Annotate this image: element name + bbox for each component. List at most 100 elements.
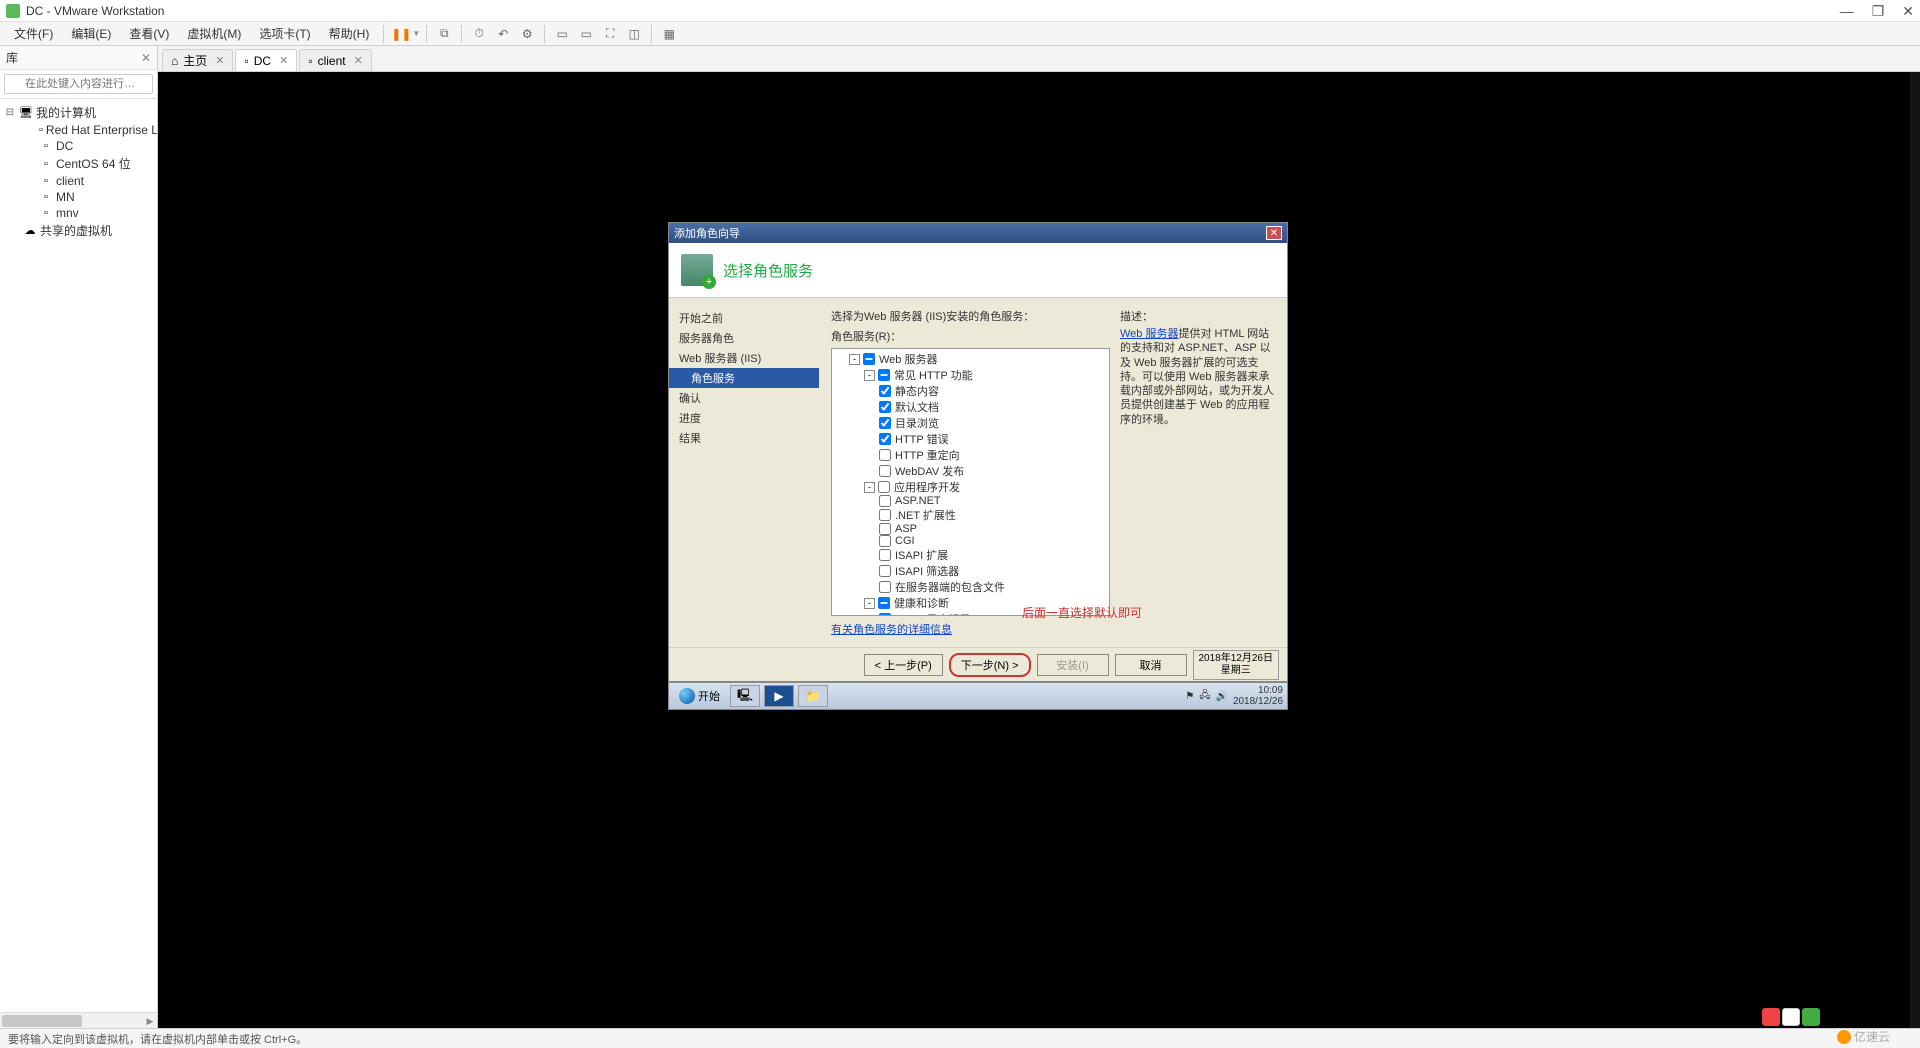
view-unity-button[interactable]: ◫ [624, 24, 644, 44]
search-input[interactable] [4, 74, 153, 94]
view-console-button[interactable]: ▭ [576, 24, 596, 44]
vm-scrollbar[interactable] [1910, 72, 1920, 1028]
step-results[interactable]: 结果 [669, 428, 819, 448]
guest-close-button[interactable]: ✕ [1266, 226, 1282, 240]
tab-close-button[interactable]: ✕ [354, 54, 363, 67]
tab-home[interactable]: ⌂ 主页 ✕ [162, 49, 233, 71]
service-checkbox[interactable] [879, 523, 891, 535]
service-checkbox[interactable] [879, 465, 891, 477]
menu-vm[interactable]: 虚拟机(M) [179, 23, 249, 44]
minimize-button[interactable]: — [1840, 4, 1854, 18]
snapshot-revert-button[interactable]: ↶ [493, 24, 513, 44]
service-row[interactable]: HTTP 重定向 [834, 447, 1107, 463]
service-checkbox[interactable] [878, 369, 890, 381]
prev-button[interactable]: < 上一步(P) [864, 654, 943, 676]
view-library-button[interactable]: ▦ [659, 24, 679, 44]
desc-link[interactable]: Web 服务器 [1120, 328, 1178, 340]
service-checkbox[interactable] [879, 535, 891, 547]
expander-icon[interactable]: - [864, 482, 875, 493]
service-checkbox[interactable] [879, 549, 891, 561]
menu-help[interactable]: 帮助(H) [321, 23, 378, 44]
tray-icon[interactable] [1782, 1008, 1800, 1026]
service-row[interactable]: ISAPI 筛选器 [834, 563, 1107, 579]
service-checkbox[interactable] [879, 565, 891, 577]
vm-console[interactable]: 添加角色向导 ✕ 选择角色服务 开始之前 服务器角色 Web 服务器 (IIS)… [158, 72, 1920, 1028]
menu-tabs[interactable]: 选项卡(T) [251, 23, 318, 44]
step-before-begin[interactable]: 开始之前 [669, 308, 819, 328]
tree-item-mn[interactable]: ▫MN [2, 189, 155, 205]
expander-icon[interactable]: - [864, 370, 875, 381]
service-checkbox[interactable] [879, 417, 891, 429]
pause-button[interactable]: ❚❚ [391, 24, 411, 44]
service-row[interactable]: .NET 扩展性 [834, 507, 1107, 523]
tree-item-dc[interactable]: ▫DC [2, 138, 155, 154]
service-row[interactable]: ASP [834, 523, 1107, 535]
menu-view[interactable]: 查看(V) [121, 23, 177, 44]
expander-icon[interactable]: - [849, 354, 860, 365]
service-row[interactable]: WebDAV 发布 [834, 463, 1107, 479]
service-row[interactable]: CGI [834, 535, 1107, 547]
tab-close-button[interactable]: ✕ [279, 54, 288, 67]
tree-item-rhel[interactable]: ▫Red Hat Enterprise L [2, 122, 155, 138]
service-checkbox[interactable] [879, 385, 891, 397]
step-role-services[interactable]: 角色服务 [669, 368, 819, 388]
tree-shared-vms[interactable]: ☁共享的虚拟机 [2, 221, 155, 240]
tree-root-mycomputer[interactable]: ⊟ 🖥 我的计算机 [2, 103, 155, 122]
tray-sound-icon[interactable]: 🔊 [1215, 691, 1227, 702]
step-progress[interactable]: 进度 [669, 408, 819, 428]
tree-item-centos[interactable]: ▫CentOS 64 位 [2, 154, 155, 173]
service-row[interactable]: 静态内容 [834, 383, 1107, 399]
snapshot-button[interactable]: ⧉ [434, 24, 454, 44]
start-button[interactable]: 开始 [673, 686, 726, 706]
menu-file[interactable]: 文件(F) [6, 23, 61, 44]
snapshot-manage-button[interactable]: ⚙ [517, 24, 537, 44]
maximize-button[interactable]: ❐ [1872, 4, 1885, 18]
service-row[interactable]: -Web 服务器 [834, 351, 1107, 367]
next-button[interactable]: 下一步(N) > [949, 653, 1031, 677]
services-listbox[interactable]: -Web 服务器-常见 HTTP 功能静态内容默认文档目录浏览HTTP 错误HT… [831, 348, 1110, 616]
service-row[interactable]: 目录浏览 [834, 415, 1107, 431]
scroll-right-icon[interactable]: ▶ [143, 1013, 157, 1029]
service-checkbox[interactable] [879, 509, 891, 521]
service-checkbox[interactable] [879, 495, 891, 507]
tab-client[interactable]: ▫ client ✕ [299, 49, 372, 71]
view-thumbnail-button[interactable]: ▭ [552, 24, 572, 44]
menu-edit[interactable]: 编辑(E) [63, 23, 119, 44]
taskbar-powershell[interactable]: ▶ [764, 685, 794, 707]
view-fullscreen-button[interactable]: ⛶ [600, 24, 620, 44]
service-checkbox[interactable] [878, 481, 890, 493]
tray-network-icon[interactable]: 🖧 [1199, 688, 1210, 705]
step-confirm[interactable]: 确认 [669, 388, 819, 408]
service-checkbox[interactable] [879, 449, 891, 461]
service-checkbox[interactable] [879, 401, 891, 413]
tray-icon[interactable] [1762, 1008, 1780, 1026]
step-iis[interactable]: Web 服务器 (IIS) [669, 348, 819, 368]
dropdown-icon[interactable]: ▼ [412, 29, 420, 38]
tab-close-button[interactable]: ✕ [215, 54, 224, 67]
detail-link[interactable]: 有关角色服务的详细信息 [831, 621, 1110, 637]
expander-icon[interactable]: - [864, 598, 875, 609]
tray-clock[interactable]: 10:09 2018/12/26 [1233, 685, 1283, 707]
sidebar-close-button[interactable]: ✕ [141, 51, 151, 65]
step-server-roles[interactable]: 服务器角色 [669, 328, 819, 348]
close-button[interactable]: ✕ [1902, 4, 1914, 18]
snapshot-take-button[interactable]: ⏱ [469, 24, 489, 44]
service-row[interactable]: 默认文档 [834, 399, 1107, 415]
tree-item-client[interactable]: ▫client [2, 173, 155, 189]
sidebar-scrollbar[interactable]: ◀ ▶ [0, 1012, 157, 1028]
service-row[interactable]: ISAPI 扩展 [834, 547, 1107, 563]
service-row[interactable]: -应用程序开发 [834, 479, 1107, 495]
tree-item-mnv[interactable]: ▫mnv [2, 205, 155, 221]
service-checkbox[interactable] [879, 581, 891, 593]
cancel-button[interactable]: 取消 [1115, 654, 1187, 676]
tray-icon[interactable] [1802, 1008, 1820, 1026]
scroll-thumb[interactable] [2, 1015, 82, 1027]
service-row[interactable]: HTTP 错误 [834, 431, 1107, 447]
tab-dc[interactable]: ▫ DC ✕ [235, 49, 297, 71]
service-checkbox[interactable] [879, 613, 891, 616]
service-row[interactable]: ASP.NET [834, 495, 1107, 507]
service-checkbox[interactable] [878, 597, 890, 609]
tray-flag-icon[interactable]: ⚑ [1185, 691, 1194, 702]
service-row[interactable]: 在服务器端的包含文件 [834, 579, 1107, 595]
service-checkbox[interactable] [863, 353, 875, 365]
